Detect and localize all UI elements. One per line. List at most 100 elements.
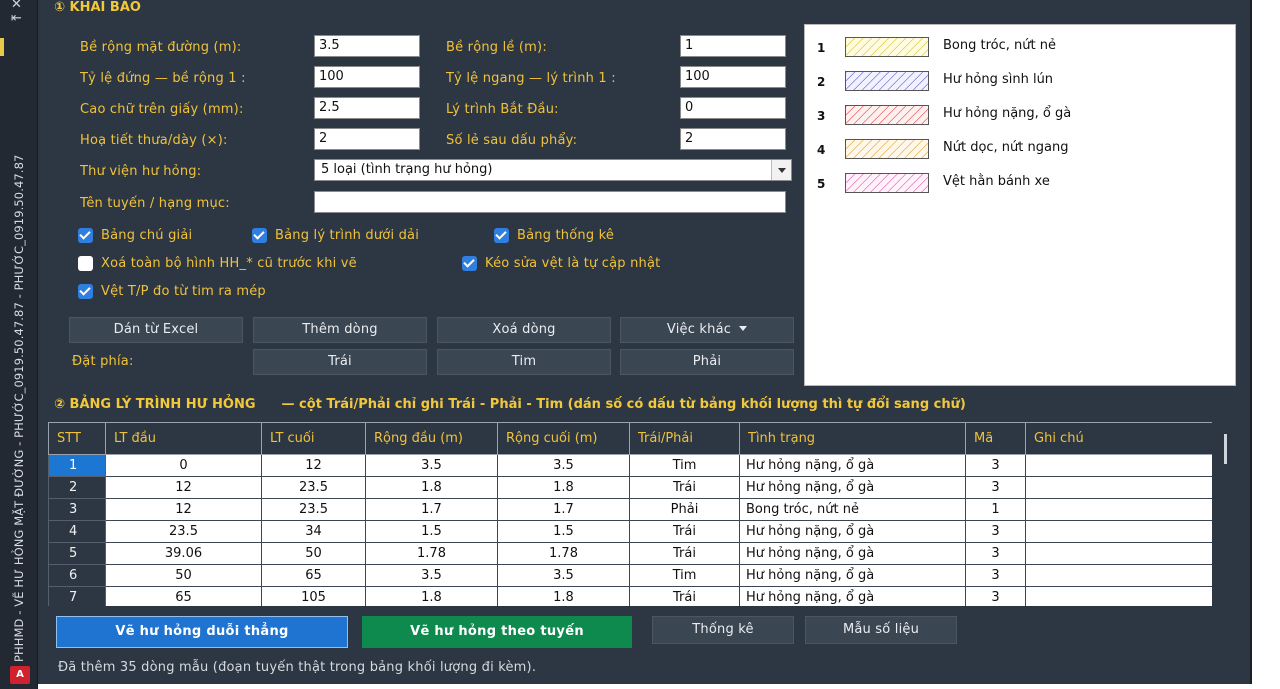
checkbox-checked-icon[interactable] xyxy=(494,227,509,243)
table-cell[interactable] xyxy=(1025,564,1213,587)
table-cell[interactable]: 1.8 xyxy=(365,476,498,499)
row-number-cell[interactable]: 6 xyxy=(48,564,106,587)
table-cell[interactable] xyxy=(1025,520,1213,543)
side-left-button[interactable]: Trái xyxy=(253,349,427,375)
table-cell[interactable]: 23.5 xyxy=(261,498,366,521)
table-cell[interactable]: 3.5 xyxy=(497,564,630,587)
chevron-down-icon[interactable] xyxy=(771,160,791,180)
table-cell[interactable] xyxy=(1025,542,1213,565)
table-row[interactable]: 1 0 12 3.5 3.5 Tim Hư hỏng nặng, ổ gà 3 xyxy=(48,454,1213,477)
table-cell[interactable]: Hư hỏng nặng, ổ gà xyxy=(739,476,966,499)
table-cell[interactable]: 3.5 xyxy=(365,454,498,477)
auto-update-checkbox[interactable]: Kéo sửa vệt là tự cập nhật xyxy=(462,254,660,272)
table-cell[interactable] xyxy=(1025,498,1213,521)
side-center-button[interactable]: Tim xyxy=(437,349,611,375)
table-cell[interactable]: 1.78 xyxy=(497,542,630,565)
checkbox-checked-icon[interactable] xyxy=(78,283,93,299)
collapse-icon[interactable]: ⇤ xyxy=(11,12,22,26)
delete-row-button[interactable]: Xoá dòng xyxy=(437,317,611,343)
table-cell[interactable]: 12 xyxy=(105,476,262,499)
table-cell[interactable]: 1.78 xyxy=(365,542,498,565)
table-cell[interactable]: 39.06 xyxy=(105,542,262,565)
draw-straight-button[interactable]: Vẽ hư hỏng duỗi thẳng xyxy=(56,616,348,648)
table-cell[interactable]: Tim xyxy=(629,454,740,477)
statistics-button[interactable]: Thống kê xyxy=(652,616,794,644)
road-width-input[interactable]: 3.5 xyxy=(314,35,420,57)
table-cell[interactable]: Bong tróc, nứt nẻ xyxy=(739,498,966,521)
table-cell[interactable]: 1.5 xyxy=(365,520,498,543)
table-row[interactable]: 4 23.5 34 1.5 1.5 Trái Hư hỏng nặng, ổ gà 3 xyxy=(48,520,1213,543)
shoulder-width-input[interactable]: 1 xyxy=(680,35,786,57)
clear-old-checkbox[interactable]: Xoá toàn bộ hình HH_* cũ trước khi vẽ xyxy=(78,254,357,272)
column-header[interactable]: Rộng cuối (m) xyxy=(497,422,630,455)
row-number-cell[interactable]: 5 xyxy=(48,542,106,565)
library-select[interactable]: 5 loại (tình trạng hư hỏng) xyxy=(314,159,792,181)
draw-route-button[interactable]: Vẽ hư hỏng theo tuyến xyxy=(362,616,632,648)
table-cell[interactable]: 3 xyxy=(965,520,1026,543)
table-cell[interactable]: 1 xyxy=(965,498,1026,521)
row-number-cell[interactable]: 1 xyxy=(48,454,106,477)
table-cell[interactable]: 3.5 xyxy=(365,564,498,587)
add-row-button[interactable]: Thêm dòng xyxy=(253,317,427,343)
column-header[interactable]: Trái/Phải xyxy=(629,422,740,455)
table-cell[interactable]: 105 xyxy=(261,586,366,606)
table-cell[interactable]: 1.7 xyxy=(497,498,630,521)
stats-table-checkbox[interactable]: Bảng thống kê xyxy=(494,226,614,244)
table-cell[interactable]: 3.5 xyxy=(497,454,630,477)
table-cell[interactable]: 23.5 xyxy=(105,520,262,543)
table-cell[interactable]: Trái xyxy=(629,542,740,565)
table-cell[interactable]: Phải xyxy=(629,498,740,521)
table-cell[interactable]: 1.5 xyxy=(497,520,630,543)
table-row[interactable]: 5 39.06 50 1.78 1.78 Trái Hư hỏng nặng, ổ gà 3 xyxy=(48,542,1213,565)
table-cell[interactable]: 12 xyxy=(261,454,366,477)
table-cell[interactable]: Hư hỏng nặng, ổ gà xyxy=(739,542,966,565)
sample-data-button[interactable]: Mẫu số liệu xyxy=(805,616,957,644)
station-table-checkbox[interactable]: Bảng lý trình dưới dải xyxy=(252,226,419,244)
row-number-cell[interactable]: 3 xyxy=(48,498,106,521)
table-cell[interactable]: 12 xyxy=(105,498,262,521)
table-cell[interactable]: 1.8 xyxy=(497,476,630,499)
side-right-button[interactable]: Phải xyxy=(620,349,794,375)
table-cell[interactable]: 50 xyxy=(261,542,366,565)
table-cell[interactable]: 0 xyxy=(105,454,262,477)
table-cell[interactable]: Hư hỏng nặng, ổ gà xyxy=(739,564,966,587)
table-cell[interactable]: 1.7 xyxy=(365,498,498,521)
table-row[interactable]: 3 12 23.5 1.7 1.7 Phải Bong tróc, nứt nẻ 1 xyxy=(48,498,1213,521)
table-cell[interactable]: Hư hỏng nặng, ổ gà xyxy=(739,586,966,606)
horizontal-scale-input[interactable]: 100 xyxy=(680,66,786,88)
table-cell[interactable]: Hư hỏng nặng, ổ gà xyxy=(739,520,966,543)
table-cell[interactable]: 34 xyxy=(261,520,366,543)
more-actions-button[interactable]: Việc khác xyxy=(620,317,794,343)
table-cell[interactable]: 3 xyxy=(965,476,1026,499)
column-header[interactable]: LT cuối xyxy=(261,422,366,455)
table-cell[interactable]: 1.8 xyxy=(365,586,498,606)
text-height-input[interactable]: 2.5 xyxy=(314,97,420,119)
table-cell[interactable]: Hư hỏng nặng, ổ gà xyxy=(739,454,966,477)
legend-checkbox[interactable]: Bảng chú giải xyxy=(78,226,192,244)
route-name-input[interactable] xyxy=(314,191,786,213)
table-cell[interactable] xyxy=(1025,586,1213,606)
column-header[interactable]: Rộng đầu (m) xyxy=(365,422,498,455)
checkbox-checked-icon[interactable] xyxy=(252,227,267,243)
checkbox-unchecked-icon[interactable] xyxy=(78,255,93,271)
vertical-scale-input[interactable]: 100 xyxy=(314,66,420,88)
column-header[interactable]: Ghi chú xyxy=(1025,422,1213,455)
table-row[interactable]: 7 65 105 1.8 1.8 Trái Hư hỏng nặng, ổ gà 3 xyxy=(48,586,1213,606)
center-measure-checkbox[interactable]: Vệt T/P đo từ tim ra mép xyxy=(78,282,266,300)
column-header[interactable]: LT đầu xyxy=(105,422,262,455)
decimals-input[interactable]: 2 xyxy=(680,128,786,150)
table-scrollbar[interactable] xyxy=(1212,422,1238,606)
table-cell[interactable] xyxy=(1025,454,1213,477)
hatch-density-input[interactable]: 2 xyxy=(314,128,420,150)
table-cell[interactable]: Tim xyxy=(629,564,740,587)
table-cell[interactable]: 3 xyxy=(965,542,1026,565)
table-cell[interactable]: 50 xyxy=(105,564,262,587)
table-cell[interactable]: 65 xyxy=(261,564,366,587)
checkbox-checked-icon[interactable] xyxy=(462,255,477,271)
table-cell[interactable]: Trái xyxy=(629,586,740,606)
checkbox-checked-icon[interactable] xyxy=(78,227,93,243)
table-cell[interactable]: Trái xyxy=(629,520,740,543)
paste-excel-button[interactable]: Dán từ Excel xyxy=(69,317,243,343)
table-row[interactable]: 6 50 65 3.5 3.5 Tim Hư hỏng nặng, ổ gà 3 xyxy=(48,564,1213,587)
start-station-input[interactable]: 0 xyxy=(680,97,786,119)
